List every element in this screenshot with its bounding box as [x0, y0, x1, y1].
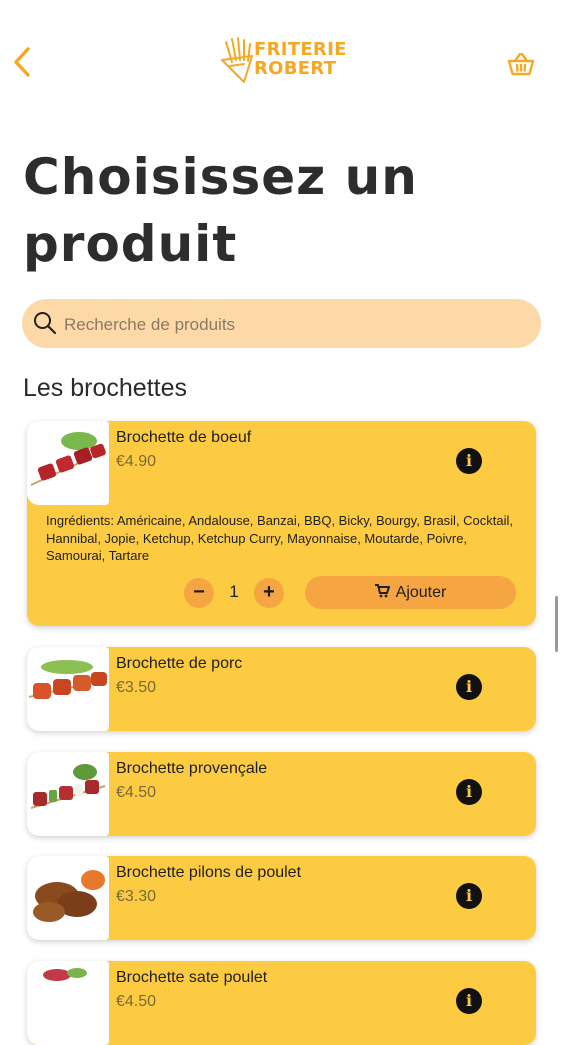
section-title: Les brochettes [23, 374, 187, 402]
product-price: €3.30 [116, 888, 157, 905]
info-icon[interactable]: i [456, 674, 482, 700]
product-card-brochette-sate-poulet[interactable]: Brochette sate poulet €4.50 i [27, 961, 536, 1045]
cart-button[interactable] [507, 52, 535, 78]
info-icon[interactable]: i [456, 779, 482, 805]
scrollbar[interactable] [555, 596, 558, 652]
info-icon[interactable]: i [456, 883, 482, 909]
product-ingredients: Ingrédients: Américaine, Andalouse, Banz… [46, 513, 514, 563]
quantity-value: 1 [229, 582, 239, 601]
quantity-decrease-button[interactable]: − [184, 578, 214, 608]
chevron-left-icon [14, 47, 30, 77]
fries-icon [221, 37, 253, 83]
info-icon[interactable]: i [456, 448, 482, 474]
product-name: Brochette de boeuf [116, 429, 252, 446]
product-image [27, 961, 109, 1045]
product-price: €4.90 [116, 453, 157, 470]
product-price: €4.50 [116, 993, 157, 1010]
product-name: Brochette sate poulet [116, 969, 268, 986]
product-card-brochette-de-boeuf[interactable]: Brochette de boeuf €4.90 i Ingrédients: … [27, 421, 536, 626]
basket-icon [507, 52, 535, 76]
search-icon [34, 312, 57, 335]
product-name: Brochette pilons de poulet [116, 864, 302, 881]
logo-text-line1: FRITERIE [254, 39, 347, 60]
product-price: €4.50 [116, 784, 157, 801]
product-image [27, 752, 109, 836]
search-input[interactable] [62, 299, 526, 350]
product-name: Brochette provençale [116, 760, 268, 777]
product-card-brochette-pilons-de-poulet[interactable]: Brochette pilons de poulet €3.30 i [27, 856, 536, 940]
product-name: Brochette de porc [116, 655, 243, 672]
search-bar[interactable] [22, 299, 541, 350]
quantity-increase-button[interactable]: + [254, 578, 284, 608]
product-image [27, 421, 109, 505]
info-icon[interactable]: i [456, 988, 482, 1014]
top-bar: FRITERIE ROBERT [0, 0, 563, 120]
product-card-brochette-provencale[interactable]: Brochette provençale €4.50 i [27, 752, 536, 836]
product-card-brochette-de-porc[interactable]: Brochette de porc €3.50 i [27, 647, 536, 731]
back-button[interactable] [10, 44, 36, 80]
logo-text-line2: ROBERT [254, 58, 337, 79]
cart-icon [374, 584, 390, 598]
add-button-label: Ajouter [395, 584, 447, 601]
logo: FRITERIE ROBERT [218, 36, 346, 86]
product-image [27, 856, 109, 940]
page-title: Choisissez un produit [23, 148, 418, 273]
product-price: €3.50 [116, 679, 157, 696]
product-image [27, 647, 109, 731]
add-to-cart-button[interactable]: Ajouter [305, 576, 516, 609]
